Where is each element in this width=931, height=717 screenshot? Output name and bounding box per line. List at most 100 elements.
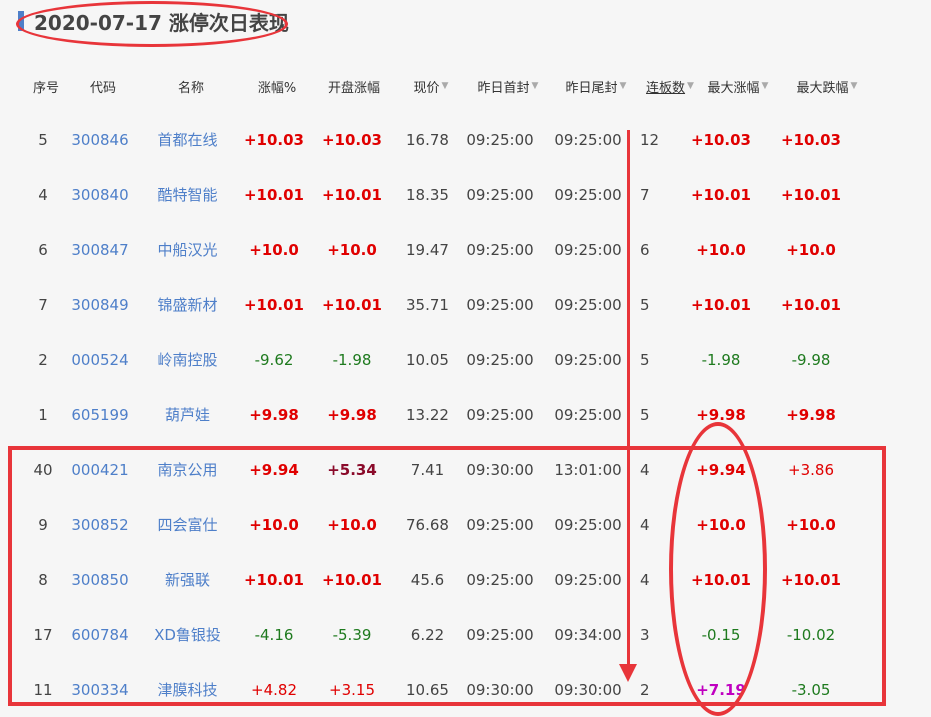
header-col-last-seal[interactable]: 昨日尾封 ▼ bbox=[556, 72, 636, 100]
col-change: -9.62 bbox=[254, 350, 294, 369]
sort-arrow-icon[interactable]: ▼ bbox=[620, 81, 627, 91]
col-first-seal: 09:25:00 bbox=[466, 130, 534, 149]
table-row: 2 000524 岭南控股 -9.62 -1.98 10.05 09:25:00 09:25:… bbox=[10, 332, 880, 387]
col-change: +10.0 bbox=[249, 240, 299, 259]
col-price: 16.78 bbox=[406, 130, 449, 149]
col-change: +10.03 bbox=[243, 130, 304, 149]
header-col-max-down[interactable]: 最大跌幅 ▼ bbox=[787, 72, 867, 100]
header-col-name: 名称 bbox=[169, 72, 213, 100]
col-open-change: +10.01 bbox=[321, 295, 382, 314]
col-max-up: -1.98 bbox=[701, 350, 741, 369]
header-col-price[interactable]: 现价 ▼ bbox=[404, 72, 458, 100]
col-boards: 12 bbox=[640, 130, 660, 149]
col-first-seal: 09:25:00 bbox=[466, 350, 534, 369]
col-price: 13.22 bbox=[406, 405, 449, 424]
col-index: 6 bbox=[38, 240, 48, 259]
col-code[interactable]: 605199 bbox=[65, 387, 135, 442]
col-open-change: -1.98 bbox=[332, 350, 372, 369]
col-code[interactable]: 000524 bbox=[65, 332, 135, 387]
col-code[interactable]: 300840 bbox=[65, 167, 135, 222]
col-price: 35.71 bbox=[406, 295, 449, 314]
header-col-boards[interactable]: 连板数 ▼ bbox=[635, 72, 705, 100]
col-max-up: +10.01 bbox=[690, 295, 751, 314]
col-name[interactable]: 岭南控股 bbox=[145, 332, 230, 387]
col-max-down: +10.0 bbox=[786, 240, 836, 259]
col-max-up: +10.03 bbox=[690, 130, 751, 149]
table-row: 6 300847 中船汉光 +10.0 +10.0 19.47 09:25:00 09:25:… bbox=[10, 222, 880, 277]
header-col-code: 代码 bbox=[81, 72, 125, 100]
col-index: 1 bbox=[38, 405, 48, 424]
col-max-down: +10.01 bbox=[780, 295, 841, 314]
table-row: 7 300849 锦盛新材 +10.01 +10.01 35.71 09:25:00 09:2… bbox=[10, 277, 880, 332]
col-max-down: -9.98 bbox=[791, 350, 831, 369]
header-label: 昨日尾封 bbox=[565, 80, 618, 96]
col-last-seal: 09:25:00 bbox=[554, 405, 622, 424]
col-code[interactable]: 300846 bbox=[65, 112, 135, 167]
col-max-down: +9.98 bbox=[786, 405, 836, 424]
col-name[interactable]: 首都在线 bbox=[145, 112, 230, 167]
col-change: +9.98 bbox=[249, 405, 299, 424]
col-boards: 5 bbox=[640, 350, 650, 369]
col-max-down: +10.01 bbox=[780, 185, 841, 204]
col-index: 5 bbox=[38, 130, 48, 149]
header-label: 序号 bbox=[32, 80, 59, 96]
col-code[interactable]: 300847 bbox=[65, 222, 135, 277]
header-label: 最大跌幅 bbox=[796, 80, 849, 96]
header-label: 现价 bbox=[413, 80, 440, 96]
sort-arrow-icon[interactable]: ▼ bbox=[687, 81, 694, 91]
sort-arrow-icon[interactable]: ▼ bbox=[442, 81, 449, 91]
col-first-seal: 09:25:00 bbox=[466, 185, 534, 204]
maxup-highlight-ellipse bbox=[669, 422, 767, 716]
col-boards: 5 bbox=[640, 405, 650, 424]
col-last-seal: 09:25:00 bbox=[554, 240, 622, 259]
col-open-change: +10.03 bbox=[321, 130, 382, 149]
header-label: 昨日首封 bbox=[477, 80, 530, 96]
header-col-open-change: 开盘涨幅 bbox=[318, 72, 390, 100]
col-max-down: +10.03 bbox=[780, 130, 841, 149]
header-label: 涨幅% bbox=[257, 80, 297, 96]
down-arrow-line bbox=[627, 130, 630, 670]
table-row: 1 605199 葫芦娃 +9.98 +9.98 13.22 09:25:00 09:25:0… bbox=[10, 387, 880, 442]
col-boards: 6 bbox=[640, 240, 650, 259]
col-change: +10.01 bbox=[243, 295, 304, 314]
col-last-seal: 09:25:00 bbox=[554, 295, 622, 314]
col-open-change: +10.01 bbox=[321, 185, 382, 204]
col-code[interactable]: 300849 bbox=[65, 277, 135, 332]
header-col-max-up[interactable]: 最大涨幅 ▼ bbox=[698, 72, 778, 100]
sort-arrow-icon[interactable]: ▼ bbox=[532, 81, 539, 91]
sort-arrow-icon[interactable]: ▼ bbox=[762, 81, 769, 91]
title-highlight-ellipse bbox=[16, 1, 288, 47]
header-col-change: 涨幅% bbox=[248, 72, 306, 100]
col-first-seal: 09:25:00 bbox=[466, 240, 534, 259]
table-row: 4 300840 酷特智能 +10.01 +10.01 18.35 09:25:00 09:2… bbox=[10, 167, 880, 222]
col-name[interactable]: 酷特智能 bbox=[145, 167, 230, 222]
col-max-up: +10.0 bbox=[696, 240, 746, 259]
col-first-seal: 09:25:00 bbox=[466, 405, 534, 424]
header-label: 代码 bbox=[89, 80, 116, 96]
col-boards: 7 bbox=[640, 185, 650, 204]
header-label: 最大涨幅 bbox=[707, 80, 760, 96]
col-name[interactable]: 葫芦娃 bbox=[145, 387, 230, 442]
col-name[interactable]: 中船汉光 bbox=[145, 222, 230, 277]
col-index: 2 bbox=[38, 350, 48, 369]
col-open-change: +10.0 bbox=[327, 240, 377, 259]
col-change: +10.01 bbox=[243, 185, 304, 204]
col-name[interactable]: 锦盛新材 bbox=[145, 277, 230, 332]
col-last-seal: 09:25:00 bbox=[554, 350, 622, 369]
col-price: 10.05 bbox=[406, 350, 449, 369]
col-open-change: +9.98 bbox=[327, 405, 377, 424]
down-arrow-head-icon bbox=[619, 664, 637, 682]
header-col-first-seal[interactable]: 昨日首封 ▼ bbox=[468, 72, 548, 100]
header-label: 名称 bbox=[177, 80, 204, 96]
col-last-seal: 09:25:00 bbox=[554, 185, 622, 204]
header-col-index: 序号 bbox=[24, 72, 68, 100]
col-index: 7 bbox=[38, 295, 48, 314]
col-max-up: +10.01 bbox=[690, 185, 751, 204]
col-price: 19.47 bbox=[406, 240, 449, 259]
header-label: 连板数 bbox=[646, 80, 686, 96]
table-row: 5 300846 首都在线 +10.03 +10.03 16.78 09:25:00 09:2… bbox=[10, 112, 880, 167]
sort-arrow-icon[interactable]: ▼ bbox=[851, 81, 858, 91]
col-boards: 5 bbox=[640, 295, 650, 314]
col-first-seal: 09:25:00 bbox=[466, 295, 534, 314]
col-price: 18.35 bbox=[406, 185, 449, 204]
